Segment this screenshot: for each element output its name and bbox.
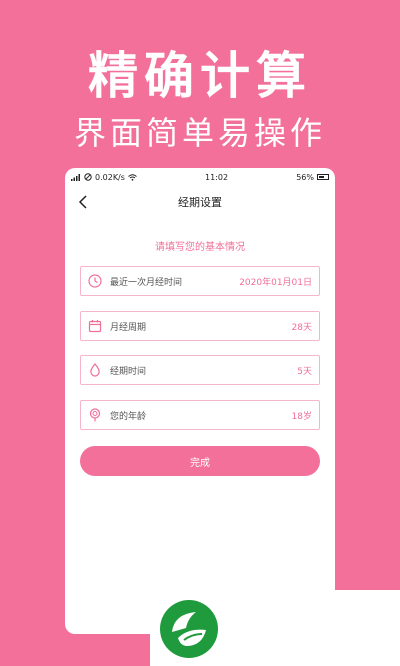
leaf-logo-icon xyxy=(160,600,218,658)
hero-subtitle: 界面简单易操作 xyxy=(73,114,326,152)
status-time: 11:02 xyxy=(205,172,229,182)
field-label: 您的年龄 xyxy=(110,411,147,422)
phone-screen: 0.02K/s 11:02 56% 经期设置 请填写您的基本情况 最近一次月经时… xyxy=(65,168,335,634)
droplet-icon xyxy=(88,363,102,377)
page-title: 经期设置 xyxy=(178,196,222,209)
done-button[interactable]: 完成 xyxy=(80,446,320,476)
battery-percent: 56% xyxy=(296,172,314,182)
network-speed: 0.02K/s xyxy=(95,172,125,182)
dnd-icon xyxy=(84,173,92,181)
logo-area xyxy=(150,590,400,666)
field-label: 月经周期 xyxy=(110,322,147,333)
form-prompt: 请填写您的基本情况 xyxy=(155,242,245,253)
clock-icon xyxy=(88,274,102,288)
cycle-length-field[interactable]: 月经周期 28天 xyxy=(80,311,320,341)
lollipop-icon xyxy=(88,408,102,422)
field-value: 2020年01月01日 xyxy=(239,277,312,288)
wifi-icon xyxy=(128,173,137,181)
status-bar: 0.02K/s 11:02 56% xyxy=(65,168,335,186)
hero-title: 精确计算 xyxy=(88,47,312,105)
back-arrow-icon[interactable] xyxy=(75,192,91,212)
signal-icon xyxy=(71,173,80,181)
period-duration-field[interactable]: 经期时间 5天 xyxy=(80,355,320,385)
field-label: 最近一次月经时间 xyxy=(110,277,183,288)
battery-icon xyxy=(316,174,329,180)
age-field[interactable]: 您的年龄 18岁 xyxy=(80,400,320,430)
field-value: 18岁 xyxy=(291,411,312,422)
field-value: 5天 xyxy=(297,366,312,377)
calendar-icon xyxy=(88,319,102,333)
field-value: 28天 xyxy=(291,322,312,333)
last-period-date-field[interactable]: 最近一次月经时间 2020年01月01日 xyxy=(80,266,320,296)
field-label: 经期时间 xyxy=(110,366,147,377)
nav-bar: 经期设置 xyxy=(65,186,335,218)
